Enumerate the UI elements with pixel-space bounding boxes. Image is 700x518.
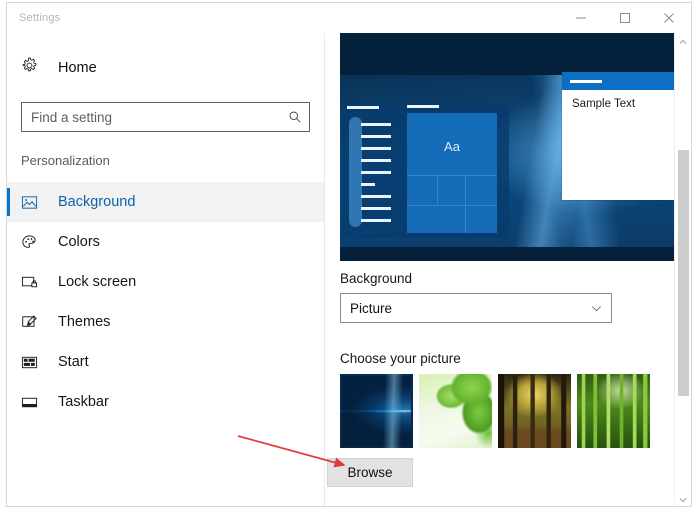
search-input[interactable] [22,103,281,131]
chevron-down-icon [679,497,687,502]
background-type-value: Picture [350,300,393,316]
brush-icon [21,314,47,331]
preview-tile-divider [407,175,497,176]
desktop-preview: Aa Sample Text [340,33,684,261]
sidebar-item-label-start: Start [58,354,89,370]
thumbnail-green-leaves[interactable] [419,374,492,448]
preview-start-tiles: Aa [407,113,497,233]
minimize-icon [576,17,586,19]
preview-tile-divider [437,175,438,205]
caption-buttons [559,3,691,33]
sidebar-item-label-home: Home [58,60,97,76]
preview-start-line [361,147,391,150]
close-icon [664,13,674,23]
scrollbar-thumb[interactable] [678,150,689,396]
sidebar-item-label-themes: Themes [58,314,111,330]
thumbnail-windows-hero[interactable] [340,374,413,448]
search-box[interactable] [21,102,310,132]
sidebar-nav-list: Background Colors Lock screen Themes Sta… [7,182,324,422]
sidebar-item-lock-screen[interactable]: Lock screen [7,262,324,302]
preview-start-line [361,207,391,210]
preview-top-band [340,33,684,75]
close-button[interactable] [647,3,691,33]
vertical-scrollbar[interactable] [674,33,691,506]
lock-screen-icon [21,274,47,291]
thumbnail-autumn-forest[interactable] [498,374,571,448]
preview-start-line [361,123,391,126]
minimize-button[interactable] [559,3,603,33]
thumbnail-bamboo-grove[interactable] [577,374,650,448]
preview-sample-window: Sample Text [562,72,684,200]
window-title: Settings [19,12,61,24]
preview-start-heading [347,106,379,109]
background-section-label: Background [340,271,413,286]
sidebar-item-label-background: Background [58,194,136,210]
preview-start-line [361,135,391,138]
preview-start-menu: Aa [341,103,509,238]
scroll-up-button[interactable] [675,33,691,50]
preview-taskbar-band [340,247,684,261]
sidebar-item-label-colors: Colors [58,234,100,250]
background-type-dropdown[interactable]: Picture [340,293,612,323]
scroll-down-button[interactable] [675,491,691,506]
preview-start-line [361,219,391,222]
sidebar-item-label-taskbar: Taskbar [58,394,109,410]
content-pane: Aa Sample Text Background Picture Choose… [326,33,684,506]
preview-start-line [361,195,391,198]
sidebar-item-label-lock-screen: Lock screen [58,274,137,290]
preview-start-line [361,171,391,174]
sidebar-item-colors[interactable]: Colors [7,222,324,262]
sidebar-item-themes[interactable]: Themes [7,302,324,342]
picture-icon [21,194,47,211]
scrollbar-track[interactable] [675,50,691,491]
preview-start-line [361,159,391,162]
category-label: Personalization [21,153,110,168]
start-tiles-icon [21,354,47,371]
sidebar-item-background[interactable]: Background [7,182,324,222]
sidebar-item-taskbar[interactable]: Taskbar [7,382,324,422]
choose-picture-label: Choose your picture [340,351,461,366]
preview-tile-divider [465,175,466,233]
picture-thumbnail-list [340,374,650,448]
preview-sample-text: Sample Text [572,98,636,110]
chevron-down-icon [581,302,611,315]
sidebar-item-home[interactable]: Home [7,51,324,85]
title-bar: Settings [7,3,691,33]
palette-icon [21,234,47,251]
gear-icon [21,57,47,79]
preview-start-line [361,183,375,186]
maximize-button[interactable] [603,3,647,33]
preview-sample-titlebar [562,72,684,90]
preview-tiles-heading [407,105,439,108]
sidebar-item-start[interactable]: Start [7,342,324,382]
preview-tile-divider [407,205,497,206]
chevron-up-icon [679,39,687,44]
taskbar-icon [21,394,47,411]
search-icon[interactable] [281,110,309,124]
preview-tile-label: Aa [444,139,460,154]
browse-button[interactable]: Browse [327,458,413,487]
sidebar: Home Personalization [7,33,325,506]
settings-window: Settings Home Find a setting Personaliza… [6,2,692,507]
maximize-icon [620,13,630,23]
